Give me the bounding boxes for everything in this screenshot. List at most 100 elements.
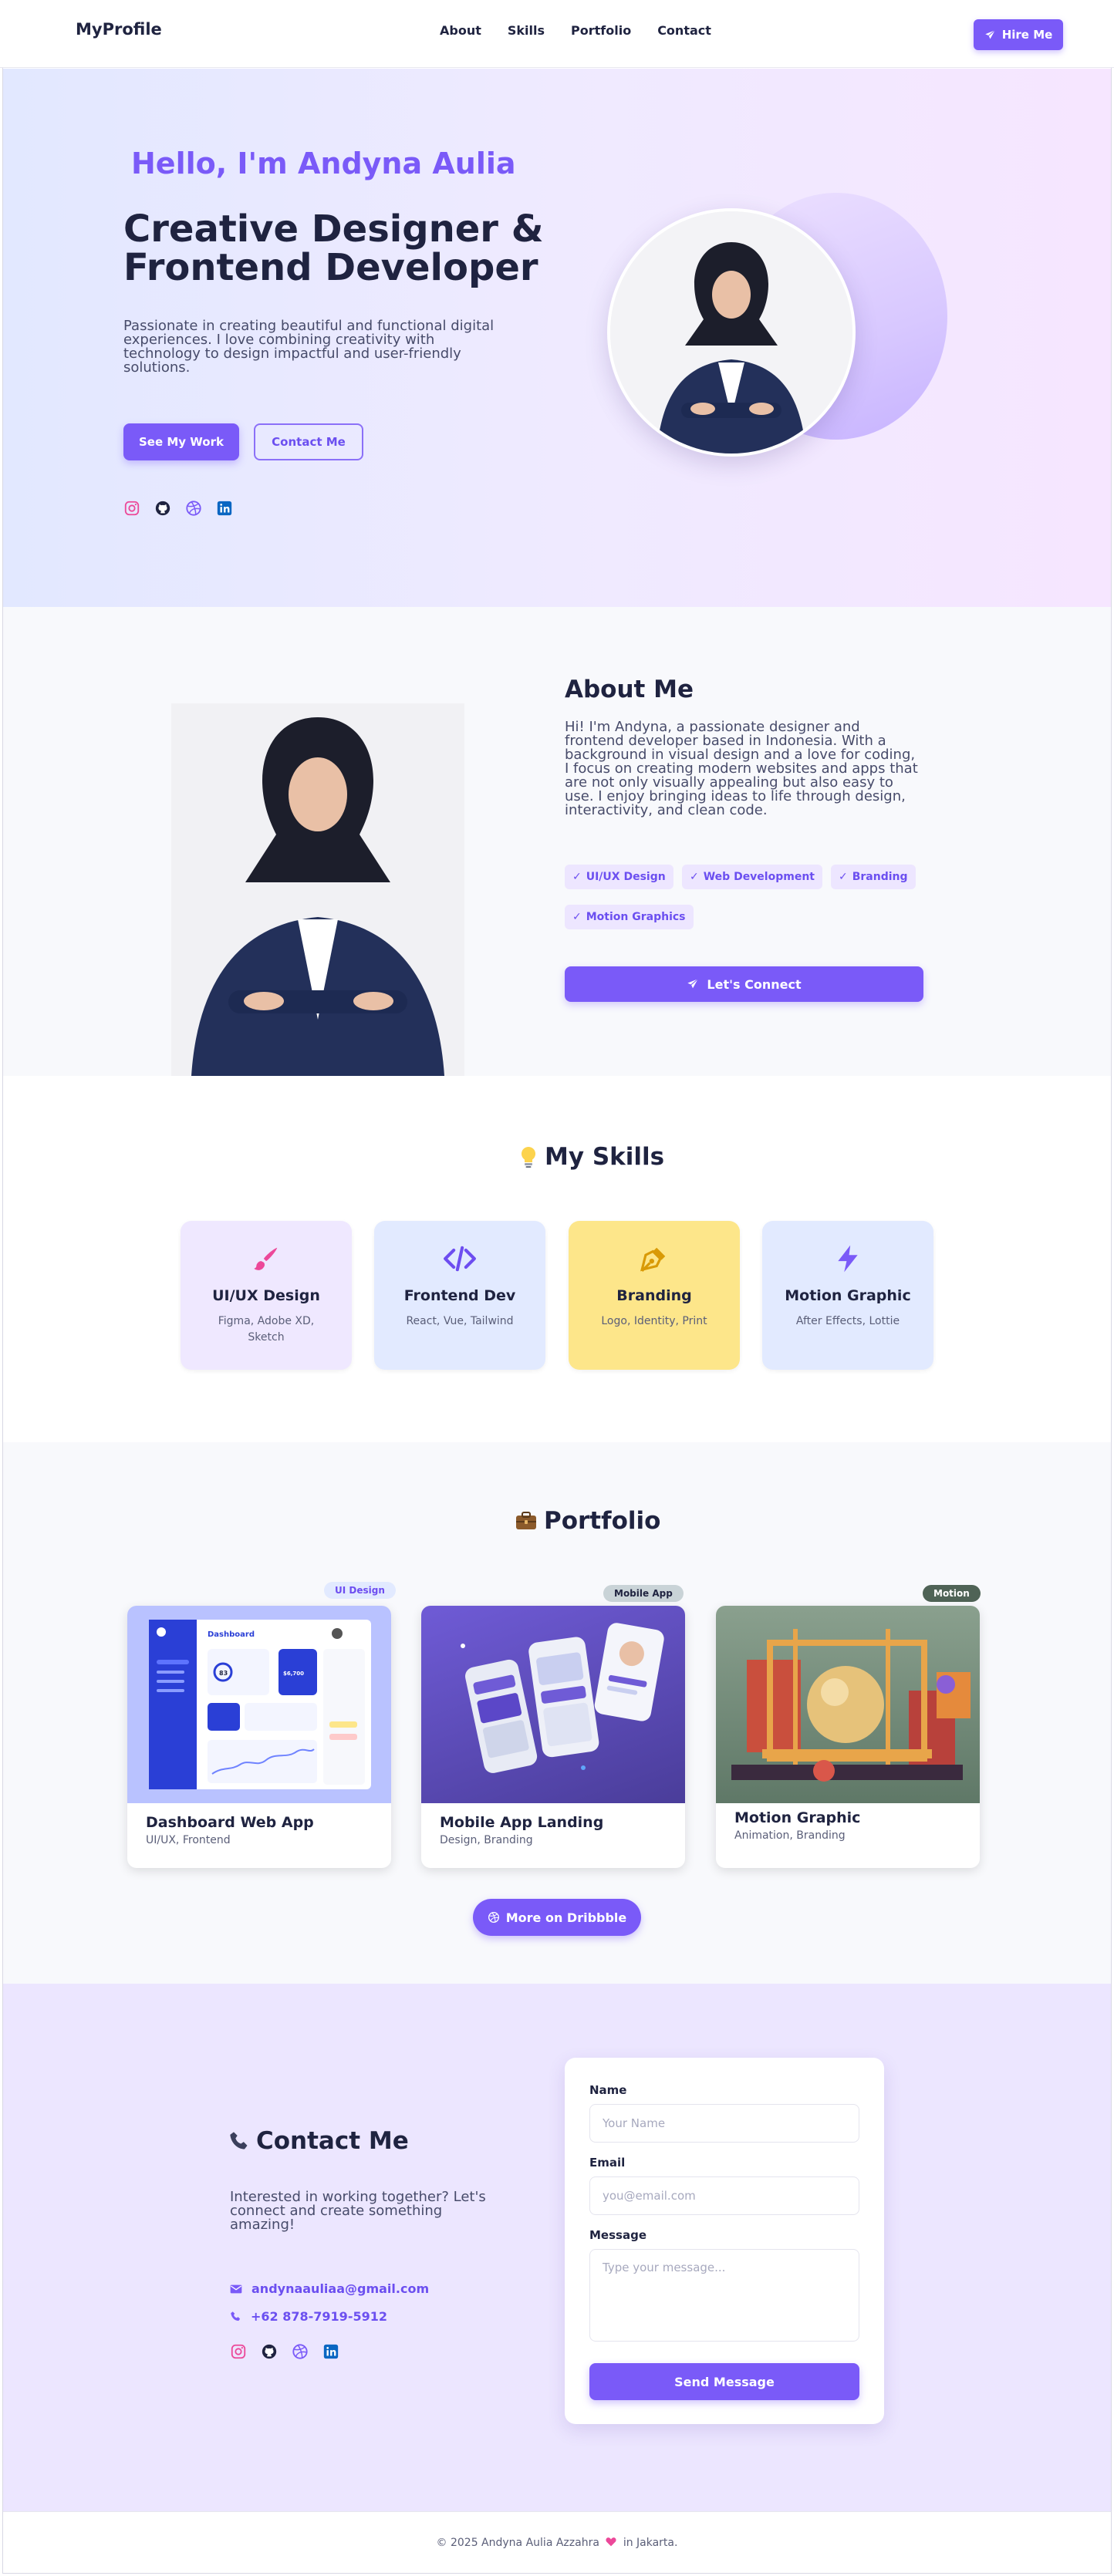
category-badge: Motion xyxy=(923,1585,981,1602)
instagram-icon[interactable] xyxy=(230,2343,247,2360)
contact-title: Contact Me xyxy=(228,2127,409,2155)
linkedin-icon[interactable] xyxy=(322,2343,339,2360)
skill-card-title: Frontend Dev xyxy=(403,1287,516,1304)
instagram-icon[interactable] xyxy=(123,500,140,517)
category-badge: UI Design xyxy=(324,1582,396,1599)
skill-tag: ✓ Branding xyxy=(831,865,916,889)
nav-link-portfolio[interactable]: Portfolio xyxy=(571,23,631,38)
skill-tag: ✓ Web Development xyxy=(682,865,822,889)
tag-label: Branding xyxy=(852,871,908,883)
dashboard-mock-stat-a: 83 xyxy=(219,1670,228,1677)
person-illustration xyxy=(171,703,464,1076)
skill-card-title: Motion Graphic xyxy=(785,1287,911,1304)
contact-text: Interested in working together? Let's co… xyxy=(230,2189,486,2233)
contact-email[interactable]: andynaauliaa@gmail.com xyxy=(230,2281,429,2296)
portfolio-title: Portfolio xyxy=(515,1507,660,1535)
send-message-button[interactable]: Send Message xyxy=(589,2363,859,2400)
email-input[interactable] xyxy=(589,2176,859,2215)
hire-me-button[interactable]: Hire Me xyxy=(974,19,1063,50)
portfolio-card[interactable]: Mobile App Landing Design, Branding xyxy=(421,1606,685,1868)
brand-logo[interactable]: MyProfile xyxy=(76,20,162,39)
hire-me-label: Hire Me xyxy=(1001,28,1053,42)
paper-plane-icon xyxy=(984,29,995,39)
github-icon[interactable] xyxy=(261,2343,278,2360)
portfolio-card[interactable]: Dashboard 83 $6,700 Dashboard Web App UI… xyxy=(127,1606,391,1868)
hero-description: Passionate in creating beautiful and fun… xyxy=(123,318,495,376)
skill-card-title: Branding xyxy=(616,1287,692,1304)
hero-greeting: Hello, I'm Andyna Aulia xyxy=(131,147,516,180)
more-on-dribbble-label: More on Dribbble xyxy=(505,1910,627,1925)
top-navbar: MyProfile About Skills Portfolio Contact… xyxy=(0,0,1114,68)
footer-credit: © 2025 Andyna Aulia Azzahra xyxy=(436,2537,599,2549)
check-icon: ✓ xyxy=(690,871,699,883)
skill-card-desc: React, Vue, Tailwind xyxy=(406,1315,514,1327)
portfolio-thumbnail xyxy=(716,1606,980,1803)
contact-phone[interactable]: +62 878-7919-5912 xyxy=(230,2309,387,2324)
envelope-icon xyxy=(230,2284,242,2293)
skills-section xyxy=(3,1076,1111,1442)
portfolio-card-desc: Design, Branding xyxy=(440,1834,533,1846)
about-photo xyxy=(171,703,464,1076)
headline-line-2: Frontend Developer xyxy=(123,246,538,289)
github-icon[interactable] xyxy=(154,500,171,517)
name-input[interactable] xyxy=(589,2104,859,2143)
briefcase-icon xyxy=(516,1512,536,1529)
category-badge: Mobile App xyxy=(603,1585,684,1602)
nav-link-about[interactable]: About xyxy=(440,23,481,38)
skills-title: My Skills xyxy=(518,1143,664,1171)
footer-text: © 2025 Andyna Aulia Azzahra in Jakarta. xyxy=(3,2537,1111,2549)
nav-link-contact[interactable]: Contact xyxy=(657,23,711,38)
contact-form: Name Email Message Send Message xyxy=(565,2058,884,2424)
name-label: Name xyxy=(589,2083,627,2097)
tag-label: Motion Graphics xyxy=(586,911,686,923)
code-icon xyxy=(444,1246,476,1272)
about-section xyxy=(3,607,1111,1076)
portfolio-card-title: Mobile App Landing xyxy=(440,1814,604,1831)
contact-me-button[interactable]: Contact Me xyxy=(254,423,363,460)
footer-location: in Jakarta. xyxy=(623,2537,678,2549)
portfolio-card[interactable]: Motion Graphic Animation, Branding xyxy=(716,1606,980,1868)
portfolio-card-title: Motion Graphic xyxy=(734,1809,861,1826)
skill-card: Branding Logo, Identity, Print xyxy=(569,1221,740,1370)
contact-phone-text: +62 878-7919-5912 xyxy=(251,2309,387,2324)
portfolio-thumbnail xyxy=(421,1606,685,1803)
lets-connect-label: Let's Connect xyxy=(707,976,802,992)
tag-label: Web Development xyxy=(703,871,815,883)
portfolio-title-text: Portfolio xyxy=(544,1507,661,1535)
skill-tag: ✓ UI/UX Design xyxy=(565,865,673,889)
dashboard-mock-title: Dashboard xyxy=(208,1630,255,1639)
footer: © 2025 Andyna Aulia Azzahra in Jakarta. xyxy=(3,2511,1111,2573)
dribbble-icon[interactable] xyxy=(292,2343,309,2360)
portfolio-card-desc: UI/UX, Frontend xyxy=(146,1834,231,1846)
see-my-work-button[interactable]: See My Work xyxy=(123,423,239,460)
skill-card-title: UI/UX Design xyxy=(212,1287,320,1304)
contact-email-text: andynaauliaa@gmail.com xyxy=(251,2281,430,2296)
message-label: Message xyxy=(589,2228,646,2242)
hero-profile-photo xyxy=(607,208,856,457)
message-textarea[interactable] xyxy=(589,2249,859,2342)
lightbulb-icon xyxy=(521,1147,536,1168)
check-icon: ✓ xyxy=(572,911,582,923)
dashboard-mockup: Dashboard 83 $6,700 xyxy=(149,1620,371,1789)
tag-label: UI/UX Design xyxy=(586,871,666,883)
dribbble-icon[interactable] xyxy=(185,500,202,517)
heart-icon xyxy=(606,2537,616,2547)
lets-connect-button[interactable]: Let's Connect xyxy=(565,966,923,1002)
telephone-icon xyxy=(230,2132,248,2149)
skill-card: Motion Graphic After Effects, Lottie xyxy=(762,1221,933,1370)
contact-social-links xyxy=(230,2343,339,2360)
brush-icon xyxy=(254,1247,278,1270)
phone-icon xyxy=(231,2311,241,2321)
nav-link-skills[interactable]: Skills xyxy=(508,23,545,38)
portfolio-thumbnail: Dashboard 83 $6,700 xyxy=(127,1606,391,1803)
about-text: Hi! I'm Andyna, a passionate designer an… xyxy=(565,719,918,818)
skill-card: UI/UX Design Figma, Adobe XD, Sketch xyxy=(181,1221,352,1370)
linkedin-icon[interactable] xyxy=(216,500,233,517)
about-title: About Me xyxy=(565,676,694,703)
pen-nib-icon xyxy=(640,1247,666,1272)
email-label: Email xyxy=(589,2156,626,2170)
skills-title-text: My Skills xyxy=(545,1143,665,1171)
skill-card-desc: Figma, Adobe XD, Sketch xyxy=(218,1315,315,1344)
more-on-dribbble-button[interactable]: More on Dribbble xyxy=(473,1899,641,1936)
headline-line-1: Creative Designer & xyxy=(123,207,544,251)
